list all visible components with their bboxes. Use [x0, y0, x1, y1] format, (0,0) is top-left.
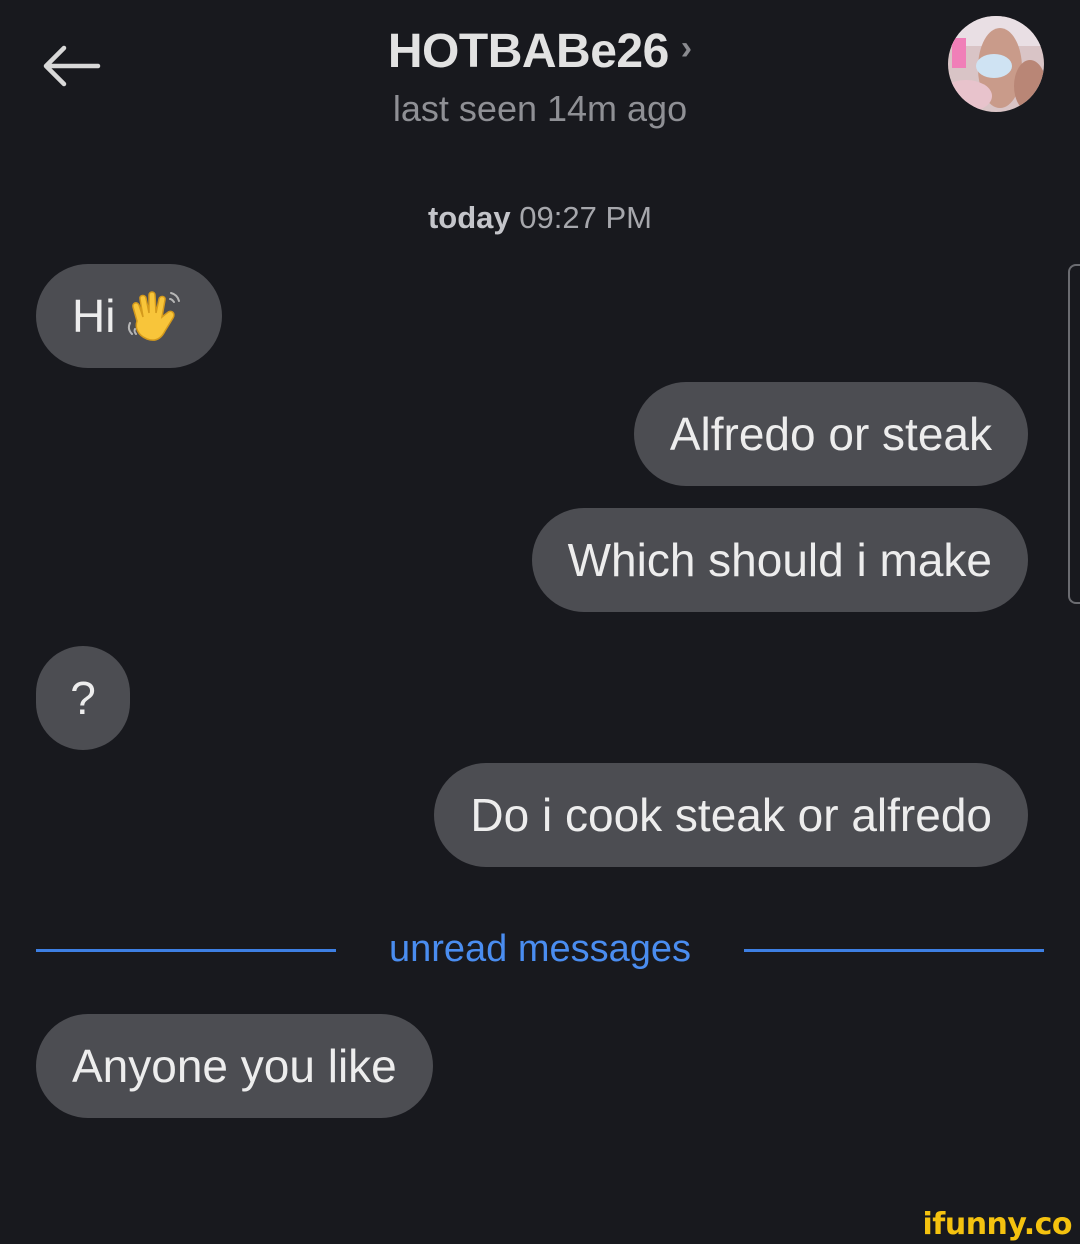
date-separator-day: today: [427, 200, 511, 235]
message-text: Hi: [72, 290, 116, 342]
last-seen-status: last seen 14m ago: [392, 88, 688, 129]
message-bubble-incoming[interactable]: ?: [36, 646, 130, 750]
contact-avatar[interactable]: [948, 16, 1044, 112]
divider-line-right: [744, 949, 1044, 952]
message-bubble-outgoing[interactable]: Do i cook steak or alfredo: [434, 763, 1028, 867]
message-text: ?: [70, 672, 96, 724]
message-text: Which should i make: [567, 534, 992, 586]
message-bubble-incoming[interactable]: Anyone you like: [36, 1014, 433, 1118]
contact-name-button[interactable]: HOTBABe26 ›: [240, 22, 840, 80]
scrollbar[interactable]: [1068, 264, 1080, 604]
message-bubble-outgoing[interactable]: Which should i make: [531, 508, 1028, 612]
message-bubble-incoming[interactable]: Hi: [36, 264, 222, 368]
contact-name: HOTBABe26: [387, 24, 669, 78]
chat-header: HOTBABe26 › last seen 14m ago: [240, 22, 840, 130]
message-text: Do i cook steak or alfredo: [470, 789, 992, 841]
date-separator: today 09:27 PM: [0, 200, 1080, 236]
unread-divider: unread messages: [0, 920, 1080, 980]
avatar-image: [948, 16, 1044, 112]
watermark: ifunny.co: [922, 1207, 1073, 1242]
message-text: Anyone you like: [72, 1040, 397, 1092]
message-text: Alfredo or steak: [669, 408, 992, 460]
arrow-left-icon: [43, 45, 101, 87]
message-bubble-outgoing[interactable]: Alfredo or steak: [633, 382, 1028, 486]
chevron-right-icon: ›: [680, 28, 693, 67]
waving-hand-icon: [128, 291, 181, 341]
back-button[interactable]: [36, 38, 108, 94]
date-separator-time: 09:27 PM: [519, 200, 652, 235]
